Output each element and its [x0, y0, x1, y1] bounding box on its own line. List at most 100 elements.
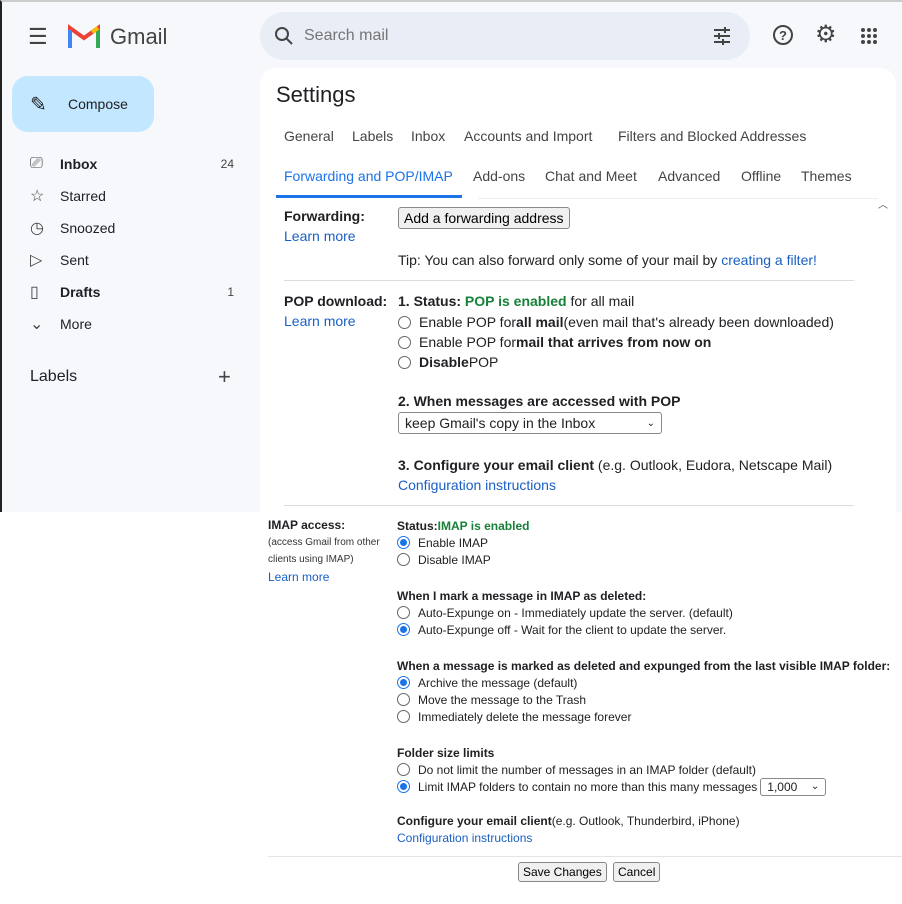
radio-button[interactable]	[397, 780, 410, 793]
scroll-up-icon[interactable]: ︿	[878, 196, 888, 211]
tab-1[interactable]: Labels	[352, 128, 393, 144]
filter-options-icon[interactable]	[712, 26, 732, 46]
radio-button[interactable]	[397, 710, 410, 723]
sidebar-item-drafts[interactable]: ▯ Drafts 1	[20, 276, 250, 308]
folder-option[interactable]: Limit IMAP folders to contain no more th…	[397, 777, 902, 796]
imap-label: IMAP access:	[268, 518, 346, 532]
chevron-down-icon: ⌄	[810, 781, 820, 792]
imap-learn-more[interactable]: Learn more	[268, 570, 329, 584]
sidebar-item-starred[interactable]: ☆ Starred	[20, 180, 250, 212]
clock-icon: ◷	[30, 220, 44, 237]
folder-limit-select[interactable]: 1,000 ⌄	[760, 777, 827, 796]
tab-10[interactable]: Themes	[801, 168, 852, 184]
sidebar-item-more[interactable]: ⌄ More	[20, 308, 250, 340]
expunged-option[interactable]: Archive the message (default)	[397, 674, 902, 691]
star-icon: ☆	[30, 188, 45, 205]
tab-9[interactable]: Offline	[741, 168, 781, 184]
pop-access-select[interactable]: keep Gmail's copy in the Inbox ⌄	[398, 412, 662, 434]
labels-heading: Labels	[30, 368, 78, 385]
expunged-heading: When a message is marked as deleted and …	[397, 658, 891, 673]
imap-sub2: clients using IMAP)	[268, 554, 354, 565]
apps-grid-icon[interactable]	[860, 27, 878, 45]
menu-icon[interactable]: ☰	[28, 24, 48, 50]
pop-learn-more[interactable]: Learn more	[284, 313, 356, 329]
active-tab-indicator	[276, 195, 462, 198]
forwarding-label: Forwarding:	[284, 208, 365, 224]
imap-status: Status: IMAP is enabled	[397, 518, 530, 533]
tip-text: Tip: You can also forward only some of y…	[398, 252, 722, 268]
imap-config-heading: Configure your email client (e.g. Outloo…	[397, 813, 740, 828]
radio-button[interactable]	[397, 763, 410, 776]
add-forwarding-address-button[interactable]: Add a forwarding address	[398, 207, 570, 229]
cancel-button[interactable]: Cancel	[613, 862, 661, 882]
search-input[interactable]	[304, 24, 684, 48]
search-bar[interactable]	[260, 12, 750, 60]
gmail-app: ☰ Gmail ? ⚙ ✎ Compose ⎚ Inbox 24 ☆ Starred ◷ S…	[0, 0, 902, 514]
add-label-icon[interactable]: +	[218, 364, 231, 390]
radio-button[interactable]	[397, 693, 410, 706]
pop-option[interactable]: Disable POP	[398, 352, 834, 372]
deleted-option[interactable]: Auto-Expunge on - Immediately update the…	[397, 604, 902, 621]
svg-text:?: ?	[779, 28, 787, 43]
deleted-option[interactable]: Auto-Expunge off - Wait for the client t…	[397, 621, 902, 638]
chevron-down-icon: ⌄	[30, 316, 44, 333]
sidebar-item-label: More	[60, 316, 92, 332]
search-icon[interactable]	[274, 26, 294, 46]
folder-option[interactable]: Do not limit the number of messages in a…	[397, 761, 902, 778]
tab-8[interactable]: Advanced	[658, 168, 720, 184]
radio-button[interactable]	[397, 676, 410, 689]
settings-panel: Settings General Labels Inbox Accounts and …	[260, 68, 896, 514]
expunged-option[interactable]: Move the message to the Trash	[397, 691, 902, 708]
gear-icon[interactable]: ⚙	[815, 20, 837, 49]
pop-config-heading: 3. Configure your email client (e.g. Out…	[398, 457, 833, 473]
tab-2[interactable]: Inbox	[411, 128, 445, 144]
pop-status: 1. Status: POP is enabled for all mail	[398, 293, 635, 309]
create-filter-link[interactable]: creating a filter!	[721, 252, 817, 268]
pop-label: POP download:	[284, 293, 388, 309]
imap-config-link[interactable]: Configuration instructions	[397, 831, 532, 845]
radio-button[interactable]	[397, 623, 410, 636]
radio-button[interactable]	[397, 606, 410, 619]
pop-option[interactable]: Enable POP for all mail (even mail that'…	[398, 312, 834, 332]
pencil-icon: ✎	[30, 93, 47, 116]
tab-7[interactable]: Chat and Meet	[545, 168, 637, 184]
compose-button[interactable]: ✎ Compose	[12, 76, 154, 132]
access-option[interactable]: Disable IMAP	[397, 551, 902, 568]
sidebar-item-sent[interactable]: ▷ Sent	[20, 244, 250, 276]
folder-heading: Folder size limits	[397, 745, 495, 760]
sidebar-item-inbox[interactable]: ⎚ Inbox 24	[20, 148, 250, 180]
page-title: Settings	[276, 82, 356, 107]
imap-sub1: (access Gmail from other	[268, 537, 380, 548]
tab-forwarding-pop-imap[interactable]: Forwarding and POP/IMAP	[284, 168, 453, 184]
sidebar-item-label: Snoozed	[60, 220, 116, 236]
pop-option[interactable]: Enable POP for mail that arrives from no…	[398, 332, 834, 352]
expunged-option[interactable]: Immediately delete the message forever	[397, 708, 902, 725]
tab-6[interactable]: Add-ons	[473, 168, 525, 184]
save-changes-button[interactable]: Save Changes	[518, 862, 607, 882]
sidebar-item-label: Inbox	[60, 156, 98, 172]
compose-label: Compose	[68, 96, 128, 112]
chevron-down-icon: ⌄	[646, 417, 655, 429]
app-name: Gmail	[110, 24, 168, 49]
pop-access-heading: 2. When messages are accessed with POP	[398, 393, 681, 409]
sidebar-item-count: 24	[220, 157, 234, 171]
access-option[interactable]: Enable IMAP	[397, 534, 902, 551]
radio-button[interactable]	[398, 335, 411, 349]
radio-button[interactable]	[397, 536, 410, 549]
tab-4[interactable]: Filters and Blocked Addresses	[618, 128, 806, 144]
inbox-icon: ⎚	[30, 155, 43, 172]
radio-button[interactable]	[397, 553, 410, 566]
draft-icon: ▯	[30, 284, 39, 301]
gmail-logo	[68, 24, 100, 48]
radio-button[interactable]	[398, 315, 411, 329]
sidebar-item-count: 1	[227, 285, 234, 299]
tab-0[interactable]: General	[284, 128, 334, 144]
forwarding-tip: Tip: You can also forward only some of y…	[398, 252, 817, 268]
forwarding-learn-more[interactable]: Learn more	[284, 228, 356, 244]
tab-3[interactable]: Accounts and Import	[464, 128, 592, 144]
pop-config-link[interactable]: Configuration instructions	[398, 477, 556, 493]
radio-button[interactable]	[398, 355, 411, 369]
sidebar-item-label: Sent	[60, 252, 89, 268]
sidebar-item-snoozed[interactable]: ◷ Snoozed	[20, 212, 250, 244]
help-icon[interactable]: ?	[772, 24, 794, 46]
